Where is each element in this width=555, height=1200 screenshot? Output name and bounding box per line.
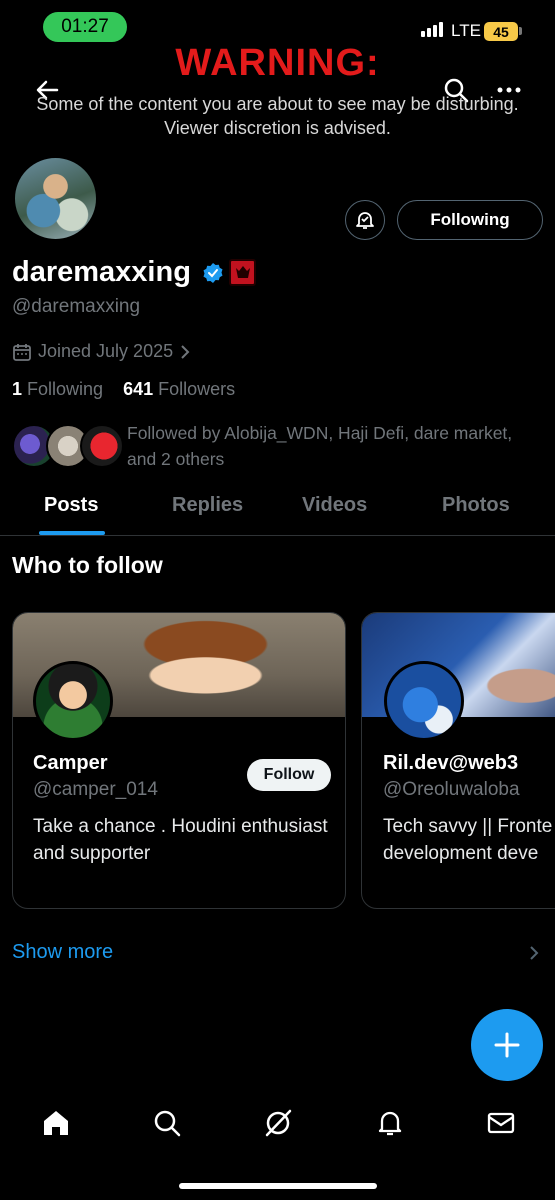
verified-badge-icon (202, 262, 224, 284)
notifications-icon[interactable] (375, 1108, 405, 1138)
battery-tip (519, 27, 522, 35)
tab-photos[interactable]: Photos (442, 494, 510, 517)
calendar-icon (13, 343, 31, 361)
card-bio: Take a chance . Houdini enthusiast and s… (33, 816, 328, 864)
card-name: Ril.dev@web3 (383, 752, 519, 774)
network-label: LTE (451, 21, 481, 40)
joined-date[interactable]: Joined July 2025 (12, 341, 191, 362)
home-icon[interactable] (41, 1108, 71, 1138)
warning-title: WARNING: (175, 42, 380, 84)
chevron-right-icon[interactable] (527, 944, 541, 962)
warning-message: Some of the content you are about to see… (0, 92, 555, 140)
grok-icon[interactable] (263, 1108, 293, 1138)
profile-avatar[interactable] (12, 155, 99, 242)
chevron-right-icon (181, 344, 190, 359)
tab-replies[interactable]: Replies (172, 494, 243, 517)
follow-button[interactable]: Follow (247, 759, 331, 791)
signal-icon (421, 22, 443, 37)
plus-icon (494, 1032, 520, 1058)
profile-handle: @daremaxxing (12, 296, 141, 317)
warning-line-2: Viewer discretion is advised. (164, 118, 391, 138)
affiliate-badge-icon[interactable] (229, 259, 256, 286)
suggestion-card[interactable]: Camper @camper_014 Follow Take a chance … (12, 612, 346, 909)
tab-videos[interactable]: Videos (302, 494, 367, 517)
card-name: Camper (33, 752, 108, 774)
messages-icon[interactable] (486, 1108, 516, 1138)
card-avatar[interactable] (384, 661, 464, 741)
followers-link[interactable]: 641 Followers (123, 379, 235, 399)
status-time: 01:27 (43, 12, 127, 42)
divider (0, 535, 555, 536)
warning-line-1: Some of the content you are about to see… (36, 94, 519, 114)
card-handle: @camper_014 (33, 779, 158, 800)
follower-avatar (80, 424, 124, 468)
profile-display-name: daremaxxing (12, 256, 191, 288)
battery-icon: 45 (484, 22, 518, 41)
card-bio-line: development deve (383, 843, 539, 864)
show-more-link[interactable]: Show more (12, 941, 113, 964)
following-link[interactable]: 1 Following (12, 379, 103, 399)
home-indicator[interactable] (179, 1183, 377, 1189)
tab-posts[interactable]: Posts (44, 494, 98, 517)
follow-stats: 1 Following 641 Followers (12, 379, 235, 400)
joined-label: Joined July 2025 (38, 341, 174, 361)
card-bio-line: Tech savvy || Fronte (383, 816, 553, 837)
compose-button[interactable] (471, 1009, 543, 1081)
card-avatar[interactable] (33, 661, 113, 741)
card-handle: @Oreoluwaloba (383, 779, 520, 800)
who-to-follow-title: Who to follow (12, 552, 163, 578)
bell-check-icon (356, 212, 374, 229)
following-button[interactable]: Following (397, 200, 543, 240)
followed-by-text[interactable]: Followed by Alobija_WDN, Haji Defi, dare… (127, 420, 542, 472)
notification-bell-button[interactable] (345, 200, 385, 240)
search-icon[interactable] (152, 1108, 182, 1138)
suggestion-card[interactable]: Ril.dev@web3 @Oreoluwaloba Tech savvy ||… (361, 612, 555, 909)
card-bio: Tech savvy || Fronte development deve (383, 813, 555, 867)
